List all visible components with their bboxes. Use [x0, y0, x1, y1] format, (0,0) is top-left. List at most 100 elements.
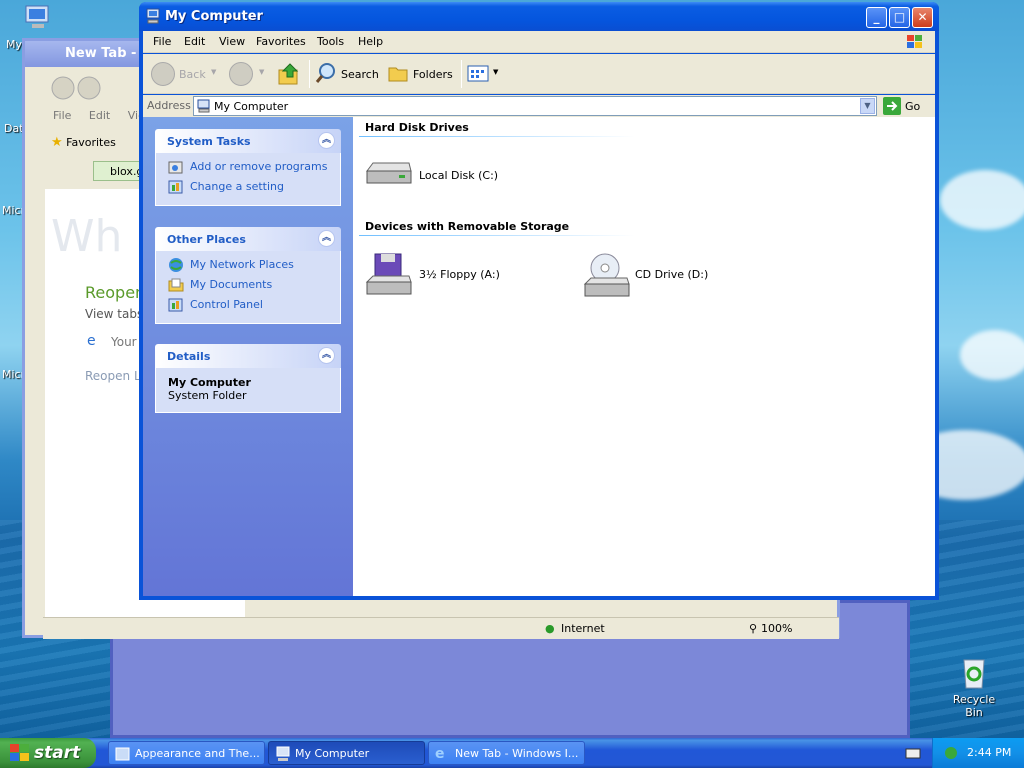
computer-icon — [276, 746, 290, 761]
network-places-icon — [169, 258, 183, 272]
windows-logo-icon — [907, 35, 922, 48]
back-arrow-icon — [151, 62, 175, 86]
system-tray: 2:44 PM — [932, 738, 1024, 768]
title-bar[interactable]: My Computer _ □ ✕ — [139, 2, 939, 31]
ie-zoom-label[interactable]: 100% — [761, 622, 792, 635]
go-button[interactable]: Go — [883, 96, 931, 116]
folders-label: Folders — [413, 68, 453, 81]
ie-status-bar: ● Internet ⚲ 100% — [43, 617, 839, 639]
my-documents-link[interactable]: My Documents — [168, 277, 340, 297]
ie-your-text[interactable]: Your — [111, 335, 137, 349]
floppy-drive-icon — [365, 253, 412, 295]
chevron-down-icon: ▼ — [493, 68, 499, 76]
zoom-icon: ⚲ — [749, 622, 758, 635]
link-label: My Documents — [190, 278, 273, 291]
other-places-panel: Other Places ︽ My Network Places My Docu… — [155, 227, 341, 324]
search-label: Search — [341, 68, 379, 81]
details-header[interactable]: Details ︽ — [155, 344, 341, 368]
drive-label: 3½ Floppy (A:) — [419, 268, 500, 281]
keyboard-icon[interactable] — [905, 746, 921, 760]
my-documents-desktop-icon[interactable] — [22, 2, 54, 34]
drive-item[interactable]: Local Disk (C:) — [365, 157, 505, 191]
views-icon — [467, 65, 489, 82]
menu-file[interactable]: File — [153, 35, 171, 48]
globe-icon: ● — [545, 622, 555, 635]
window-title: My Computer — [165, 9, 263, 24]
computer-icon — [146, 8, 160, 24]
forward-button[interactable]: ▼ — [229, 62, 269, 88]
taskbar-button-label: Appearance and The... — [135, 747, 260, 760]
search-button[interactable]: Search — [315, 62, 381, 88]
link-label: Add or remove programs — [190, 160, 328, 173]
up-folder-button[interactable] — [277, 62, 303, 88]
ie-menu-edit[interactable]: Edit — [89, 109, 110, 122]
other-places-body: My Network Places My Documents Control P… — [155, 251, 341, 324]
go-arrow-icon — [883, 97, 901, 115]
ie-logo-icon: e — [435, 746, 445, 762]
menu-view[interactable]: View — [219, 35, 245, 48]
taskbar-button-my-computer[interactable]: My Computer — [268, 741, 425, 765]
address-bar: Address My Computer ▼ Go — [143, 95, 935, 117]
change-setting-link[interactable]: Change a setting — [168, 179, 340, 199]
drive-item[interactable]: 3½ Floppy (A:) — [365, 252, 515, 300]
other-places-title: Other Places — [167, 233, 246, 246]
recycle-bin-icon — [963, 659, 985, 689]
minimize-button[interactable]: _ — [866, 7, 887, 28]
views-button[interactable]: ▼ — [467, 62, 501, 88]
computer-icon — [25, 5, 49, 28]
cd-drive-icon — [583, 253, 630, 297]
control-panel-link[interactable]: Control Panel — [168, 297, 340, 317]
system-tasks-header[interactable]: System Tasks ︽ — [155, 129, 341, 153]
ie-back-forward-icon[interactable] — [51, 75, 105, 101]
details-title: Details — [167, 350, 211, 363]
menu-favorites[interactable]: Favorites — [256, 35, 306, 48]
my-network-places-link[interactable]: My Network Places — [168, 257, 340, 277]
address-input[interactable]: My Computer ▼ — [193, 96, 877, 116]
recycle-bin-label: Recycle Bin — [952, 693, 996, 719]
wallpaper-cloud — [960, 330, 1024, 380]
my-computer-window[interactable]: My Computer _ □ ✕ File Edit View Favorit… — [139, 2, 939, 600]
drive-label: CD Drive (D:) — [635, 268, 709, 281]
menu-help[interactable]: Help — [358, 35, 383, 48]
close-button[interactable]: ✕ — [912, 7, 933, 28]
hard-disk-section-title: Hard Disk Drives — [365, 121, 469, 134]
drive-label: Local Disk (C:) — [419, 169, 499, 182]
hard-disk-icon — [366, 162, 412, 184]
other-places-header[interactable]: Other Places ︽ — [155, 227, 341, 251]
details-name: My Computer — [168, 376, 251, 389]
ie-view-tabs[interactable]: View tabs — [85, 307, 143, 321]
add-remove-programs-icon — [168, 161, 183, 174]
system-tasks-title: System Tasks — [167, 135, 251, 148]
network-tray-icon[interactable] — [943, 745, 959, 761]
address-dropdown-button[interactable]: ▼ — [860, 98, 875, 114]
recycle-bin-desktop-icon[interactable]: Recycle Bin — [944, 656, 1004, 719]
taskbar-button-appearance[interactable]: Appearance and The... — [108, 741, 265, 765]
add-remove-programs-link[interactable]: Add or remove programs — [168, 159, 340, 179]
drive-item[interactable]: CD Drive (D:) — [583, 252, 733, 300]
ie-reopen-heading: Reopen — [85, 283, 146, 302]
toolbar: Back ▼ ▼ Search Folders ▼ — [143, 54, 935, 94]
section-divider — [359, 235, 635, 236]
ie-favorites-label: Favorites — [66, 136, 116, 149]
back-label: Back — [179, 68, 206, 81]
search-icon — [315, 63, 335, 83]
ie-favorites-button[interactable]: ★ Favorites — [51, 135, 116, 150]
folders-button[interactable]: Folders — [387, 62, 457, 88]
control-panel-icon — [115, 747, 130, 761]
toolbar-separator — [461, 60, 462, 88]
collapse-chevron-icon[interactable]: ︽ — [318, 132, 335, 149]
system-tasks-body: Add or remove programs Change a setting — [155, 153, 341, 206]
menu-edit[interactable]: Edit — [184, 35, 205, 48]
control-panel-icon — [168, 298, 183, 312]
ie-zone-label: Internet — [561, 622, 605, 635]
taskbar-button-ie[interactable]: e New Tab - Windows I... — [428, 741, 585, 765]
ie-menu-file[interactable]: File — [53, 109, 71, 122]
maximize-button[interactable]: □ — [889, 7, 910, 28]
collapse-chevron-icon[interactable]: ︽ — [318, 347, 335, 364]
start-button[interactable]: start — [0, 738, 96, 768]
collapse-chevron-icon[interactable]: ︽ — [318, 230, 335, 247]
menu-bar: File Edit View Favorites Tools Help — [143, 31, 935, 53]
menu-tools[interactable]: Tools — [317, 35, 344, 48]
ie-reopen-last[interactable]: Reopen L — [85, 369, 141, 383]
clock[interactable]: 2:44 PM — [967, 746, 1011, 759]
